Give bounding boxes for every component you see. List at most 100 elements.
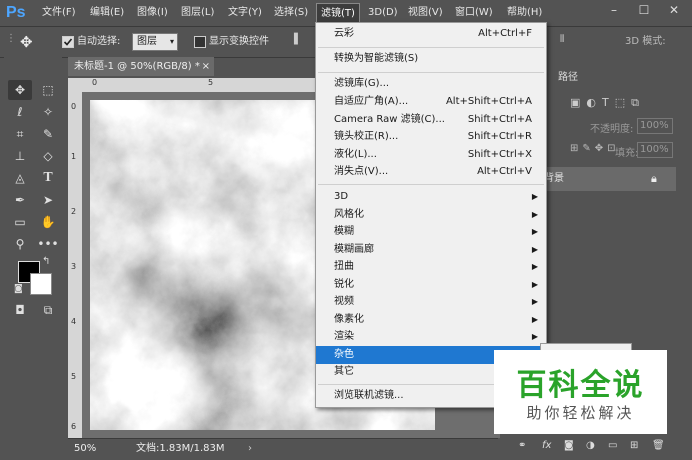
swap-colors-icon[interactable]: ↰ <box>42 256 50 267</box>
menu-item-label: 3D <box>334 191 349 202</box>
trash-icon[interactable]: 🗑︎ <box>652 436 665 456</box>
menu-item-shortcut: Alt+Shift+Ctrl+A <box>445 96 532 107</box>
tab-paths[interactable]: 路径 <box>558 68 578 88</box>
opacity-label: 不透明度: <box>590 124 634 135</box>
menu-edit[interactable]: 编辑(E) <box>90 0 124 26</box>
menu-item-render[interactable]: 渲染 ▶ <box>316 328 546 346</box>
watermark-subtitle: 助你轻松解决 <box>526 404 635 422</box>
ruler-tick-label: 1 <box>71 152 77 161</box>
menu-item-label: 渲染 <box>334 331 354 342</box>
toolbar: ✥ ⬚ ℓ ✧ ⌗ ✎ ⊥ ◇ ◬ T ✒ ➤ ▭ ✋ ⚲ ••• ↰ ◙ ◘ … <box>4 56 62 326</box>
3d-mode-label: 3D 模式: <box>625 36 666 47</box>
new-layer-icon[interactable]: ⊞ <box>630 436 638 456</box>
show-transform-checkbox[interactable] <box>194 36 206 48</box>
status-bar: 50% 文档:1.83M/1.83M › <box>68 438 498 460</box>
menu-image[interactable]: 图像(I) <box>137 0 168 26</box>
menu-item-label: 像素化 <box>334 314 364 325</box>
doc-info: 文档:1.83M/1.83M <box>136 443 225 454</box>
photoshop-logo: Ps <box>6 4 26 21</box>
menu-item-stylize[interactable]: 风格化 ▶ <box>316 206 546 224</box>
chevron-right-icon[interactable]: › <box>248 439 252 459</box>
more-tools-icon[interactable]: ••• <box>36 234 60 254</box>
menu-item-shortcut: Shift+Ctrl+R <box>467 131 532 142</box>
path-select-icon[interactable]: ➤ <box>36 190 60 210</box>
menu-item-video[interactable]: 视频 ▶ <box>316 293 546 311</box>
move-tool-icon[interactable]: ✥ <box>8 80 32 100</box>
submenu-arrow-icon: ▶ <box>531 245 538 254</box>
eraser-tool-icon[interactable]: ◇ <box>36 146 60 166</box>
text-tool-icon[interactable]: T <box>36 168 60 188</box>
magic-wand-icon[interactable]: ✧ <box>36 102 60 122</box>
fill-input[interactable]: 100% <box>637 142 673 158</box>
ruler-tick-label: 0 <box>71 102 77 111</box>
align-top-icon[interactable]: ▐ <box>290 34 300 50</box>
minimize-button[interactable]: – <box>600 0 628 20</box>
menu-item-label: 锐化 <box>334 279 354 290</box>
checkmark-icon <box>63 38 73 46</box>
maximize-button[interactable]: ☐ <box>630 0 658 20</box>
menu-select[interactable]: 选择(S) <box>274 0 308 26</box>
fx-icon[interactable]: fx <box>542 436 551 456</box>
auto-select-dropdown[interactable]: 图层 ▾ <box>132 33 178 51</box>
close-button[interactable]: ✕ <box>660 0 688 20</box>
menu-item-filter-gallery[interactable]: 滤镜库(G)... <box>316 75 546 93</box>
ruler-tick-label: 5 <box>208 78 214 87</box>
menu-item-vanishing-point[interactable]: 消失点(V)... Alt+Ctrl+V <box>316 163 546 181</box>
menu-item-3d[interactable]: 3D ▶ <box>316 188 546 206</box>
brush-tool-icon[interactable]: ✎ <box>36 124 60 144</box>
menu-item-distort[interactable]: 扭曲 ▶ <box>316 258 546 276</box>
menu-type[interactable]: 文字(Y) <box>228 0 262 26</box>
menu-item-sharpen[interactable]: 锐化 ▶ <box>316 276 546 294</box>
menu-divider <box>318 184 544 185</box>
ruler-tick-label: 3 <box>71 262 77 271</box>
layer-filter-icons[interactable]: ▣◐T⬚⧉ <box>570 96 680 112</box>
document-tab[interactable]: 未标题-1 @ 50%(RGB/8) * × <box>68 57 214 76</box>
menu-item-convert-smart-filter[interactable]: 转换为智能滤镜(S) <box>316 50 546 68</box>
stamp-tool-icon[interactable]: ⊥ <box>8 146 32 166</box>
menu-item-pixelate[interactable]: 像素化 ▶ <box>316 311 546 329</box>
zoom-level[interactable]: 50% <box>74 439 96 459</box>
menu-item-label: Camera Raw 滤镜(C)... <box>334 114 445 125</box>
opacity-input[interactable]: 100% <box>637 118 673 134</box>
close-tab-icon[interactable]: × <box>202 57 210 76</box>
crop-tool-icon[interactable]: ⌗ <box>8 124 32 144</box>
menu-item-clouds[interactable]: 云彩 Alt+Ctrl+F <box>316 25 546 43</box>
adjustment-icon[interactable]: ◑ <box>586 436 595 456</box>
layer-name: 背景 <box>544 173 564 184</box>
hand-tool-icon[interactable]: ✋ <box>36 212 60 232</box>
marquee-tool-icon[interactable]: ⬚ <box>36 80 60 100</box>
submenu-arrow-icon: ▶ <box>531 297 538 306</box>
menu-layer[interactable]: 图层(L) <box>181 0 214 26</box>
auto-select-checkbox[interactable] <box>62 36 74 48</box>
menu-divider <box>318 47 544 48</box>
menu-file[interactable]: 文件(F) <box>42 0 76 26</box>
menu-item-adaptive-wide-angle[interactable]: 自适应广角(A)... Alt+Shift+Ctrl+A <box>316 93 546 111</box>
move-icon[interactable]: ✥ <box>20 32 40 52</box>
mask-icon[interactable]: ◙ <box>564 436 574 456</box>
pen-tool-icon[interactable]: ✒ <box>8 190 32 210</box>
link-layers-icon[interactable]: ⚭ <box>518 436 526 456</box>
screen-mode-icon[interactable]: ⧉ <box>36 300 60 320</box>
submenu-arrow-icon: ▶ <box>531 192 538 201</box>
background-color[interactable] <box>30 273 52 295</box>
distribute-icon[interactable]: ⫴ <box>560 34 570 50</box>
menu-item-liquify[interactable]: 液化(L)... Shift+Ctrl+X <box>316 146 546 164</box>
menu-item-blur-gallery[interactable]: 模糊画廊 ▶ <box>316 241 546 259</box>
menu-item-blur[interactable]: 模糊 ▶ <box>316 223 546 241</box>
menu-item-shortcut: Shift+Ctrl+A <box>467 114 532 125</box>
menu-item-label: 转换为智能滤镜(S) <box>334 53 419 64</box>
menu-item-label: 杂色 <box>334 349 354 360</box>
default-colors-icon[interactable]: ◙ <box>14 284 23 294</box>
menu-item-lens-correction[interactable]: 镜头校正(R)... Shift+Ctrl+R <box>316 128 546 146</box>
ruler-tick-label: 0 <box>92 78 98 87</box>
group-icon[interactable]: ▭ <box>608 436 617 456</box>
ruler-tick-label: 6 <box>71 422 77 431</box>
lasso-tool-icon[interactable]: ℓ <box>8 102 32 122</box>
quick-mask-icon[interactable]: ◘ <box>8 300 32 320</box>
menu-item-camera-raw[interactable]: Camera Raw 滤镜(C)... Shift+Ctrl+A <box>316 111 546 129</box>
zoom-tool-icon[interactable]: ⚲ <box>8 234 32 254</box>
menu-divider <box>318 72 544 73</box>
rectangle-tool-icon[interactable]: ▭ <box>8 212 32 232</box>
paint-bucket-icon[interactable]: ◬ <box>8 168 32 188</box>
ruler-vertical: 0 1 2 3 4 5 6 <box>68 92 82 438</box>
